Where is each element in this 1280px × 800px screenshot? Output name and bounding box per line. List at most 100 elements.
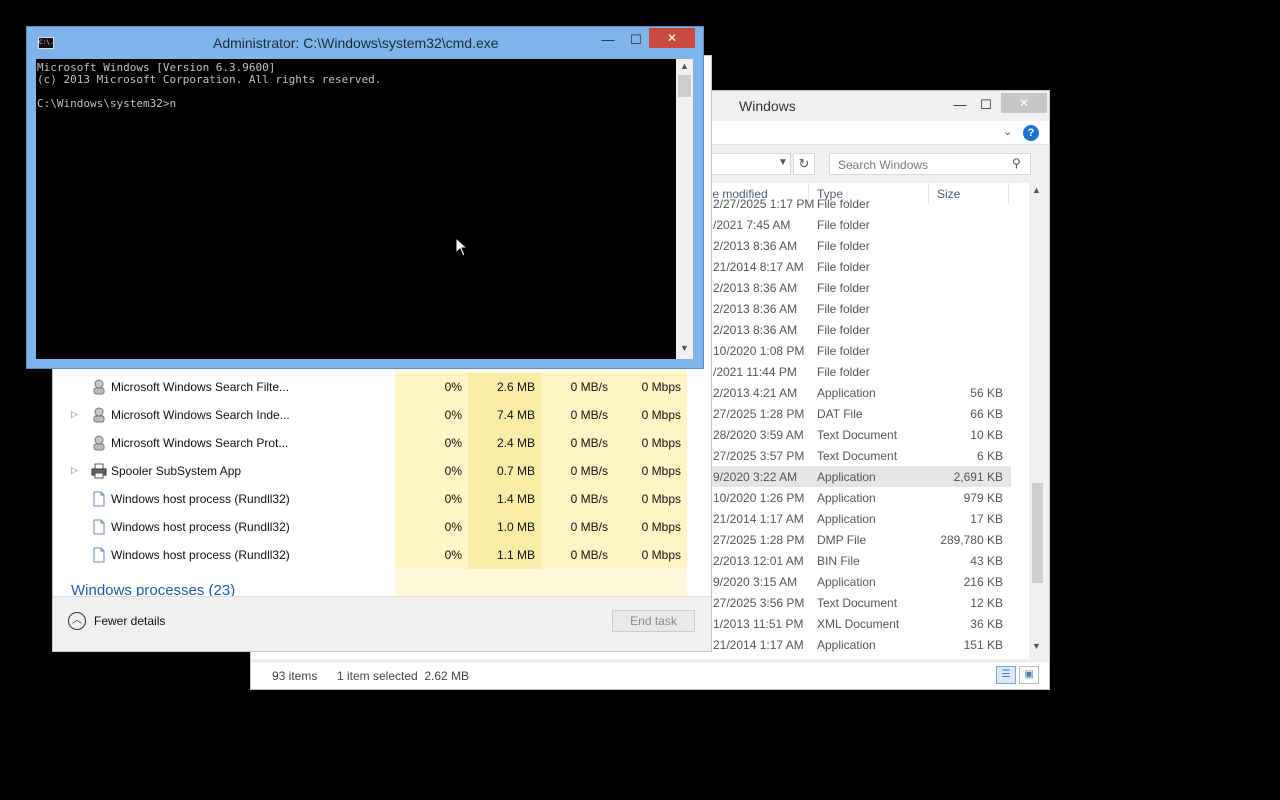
document-icon — [91, 547, 107, 563]
cpu-value: 0% — [395, 429, 468, 457]
file-date-modified: 10/2020 1:26 PM — [713, 491, 805, 505]
command-prompt-window: C:\. Administrator: C:\Windows\system32\… — [26, 26, 704, 369]
process-row[interactable]: ▷ Spooler SubSystem App 0% 0.7 MB 0 MB/s 0 Mb… — [53, 457, 693, 485]
expand-ribbon-chevron-icon[interactable]: ⌄ — [1003, 125, 1012, 138]
file-date-modified: 2/2013 4:21 AM — [713, 386, 798, 400]
disk-value: 0 MB/s — [541, 513, 614, 541]
expand-arrow-icon[interactable]: ▷ — [71, 465, 78, 476]
scroll-thumb[interactable] — [678, 75, 691, 97]
file-date-modified: 10/2020 1:08 PM — [713, 344, 805, 358]
file-date-modified: 9/2020 3:15 AM — [713, 575, 798, 589]
network-value: 0 Mbps — [614, 485, 687, 513]
file-size: 43 KB — [970, 554, 1003, 568]
refresh-icon: ↻ — [798, 156, 810, 171]
file-type: Application — [817, 638, 876, 652]
explorer-minimize-button[interactable]: — — [947, 95, 973, 115]
file-size: 12 KB — [970, 596, 1003, 610]
file-date-modified: 27/2025 3:56 PM — [713, 596, 805, 610]
cmd-close-button[interactable]: ✕ — [649, 28, 695, 48]
process-name: Windows host process (Rundll32) — [111, 520, 290, 534]
help-icon[interactable]: ? — [1023, 125, 1039, 141]
memory-value: 1.1 MB — [468, 541, 541, 569]
search-input[interactable]: Search Windows ⚲ — [829, 153, 1031, 175]
file-size: 289,780 KB — [940, 533, 1003, 547]
cmd-scrollbar[interactable]: ▲ ▼ — [676, 59, 693, 359]
memory-value: 0.7 MB — [468, 457, 541, 485]
console-prompt-line: C:\Windows\system32>n — [37, 97, 177, 110]
search-icon: ⚲ — [1012, 156, 1021, 170]
scroll-down-arrow-icon[interactable]: ▼ — [680, 343, 689, 353]
process-name: Microsoft Windows Search Inde... — [111, 408, 290, 422]
file-type: File folder — [817, 302, 870, 316]
process-name: Windows host process (Rundll32) — [111, 492, 290, 506]
explorer-scrollbar[interactable]: ▲ ▼ — [1029, 183, 1045, 659]
network-value: 0 Mbps — [614, 457, 687, 485]
file-date-modified: 1/2013 11:51 PM — [713, 617, 804, 631]
end-task-button[interactable]: End task — [612, 610, 695, 632]
file-type: XML Document — [817, 617, 900, 631]
process-row[interactable]: Microsoft Windows Search Prot... 0% 2.4 MB… — [53, 429, 693, 457]
cpu-value: 0% — [395, 401, 468, 429]
file-size: 10 KB — [970, 428, 1003, 442]
disk-value: 0 MB/s — [541, 429, 614, 457]
scroll-up-arrow-icon[interactable]: ▲ — [1032, 185, 1041, 195]
scroll-up-arrow-icon[interactable]: ▲ — [680, 61, 689, 71]
network-value: 0 Mbps — [614, 401, 687, 429]
collapse-chevron-up-icon[interactable]: ︿ — [68, 612, 86, 630]
network-value: 0 Mbps — [614, 373, 687, 401]
explorer-statusbar: 93 items 1 item selected 2.62 MB ☰ ▣ — [251, 661, 1049, 689]
file-date-modified: 2/2013 8:36 AM — [713, 302, 798, 316]
address-dropdown-icon[interactable]: ▼ — [778, 157, 788, 168]
network-value: 0 Mbps — [614, 513, 687, 541]
file-size: 17 KB — [970, 512, 1003, 526]
memory-value: 2.4 MB — [468, 429, 541, 457]
expand-arrow-icon[interactable]: ▷ — [71, 409, 78, 420]
cmd-app-icon[interactable]: C:\. — [38, 37, 54, 49]
process-row[interactable]: Windows host process (Rundll32) 0% 1.4 MB 0… — [53, 485, 693, 513]
scroll-down-arrow-icon[interactable]: ▼ — [1032, 641, 1041, 651]
file-type: Application — [817, 491, 876, 505]
printer-icon — [91, 463, 107, 479]
file-date-modified: 21/2014 8:17 AM — [713, 260, 804, 274]
process-row[interactable]: ▷ Microsoft Windows Search Inde... 0% 7.4 M… — [53, 401, 693, 429]
file-type: File folder — [817, 239, 870, 253]
file-date-modified: 9/2020 3:22 AM — [713, 470, 798, 484]
process-name: Microsoft Windows Search Prot... — [111, 436, 289, 450]
file-size: 66 KB — [970, 407, 1003, 421]
search-service-icon — [91, 407, 107, 423]
details-view-button[interactable]: ☰ — [996, 666, 1016, 684]
file-type: File folder — [817, 365, 870, 379]
memory-value: 1.4 MB — [468, 485, 541, 513]
disk-value: 0 MB/s — [541, 541, 614, 569]
process-name: Spooler SubSystem App — [111, 464, 242, 478]
explorer-maximize-button[interactable]: ☐ — [973, 95, 999, 115]
explorer-close-button[interactable]: ✕ — [1001, 93, 1047, 113]
file-type: Text Document — [817, 449, 898, 463]
disk-value: 0 MB/s — [541, 485, 614, 513]
mouse-cursor-icon — [455, 237, 467, 257]
network-value: 0 Mbps — [614, 429, 687, 457]
cmd-titlebar[interactable]: C:\. Administrator: C:\Windows\system32\… — [27, 27, 703, 58]
process-name: Microsoft Windows Search Filte... — [111, 380, 290, 394]
file-date-modified: 27/2025 3:57 PM — [713, 449, 805, 463]
large-icons-view-button[interactable]: ▣ — [1019, 666, 1039, 684]
fewer-details-link[interactable]: Fewer details — [94, 614, 165, 628]
console-output[interactable]: Microsoft Windows [Version 6.3.9600] (c)… — [36, 59, 676, 359]
memory-value: 1.0 MB — [468, 513, 541, 541]
cmd-maximize-button[interactable]: ☐ — [623, 30, 649, 50]
file-type: File folder — [817, 218, 870, 232]
process-row[interactable]: Windows host process (Rundll32) 0% 1.0 MB 0… — [53, 513, 693, 541]
process-name: Windows host process (Rundll32) — [111, 548, 290, 562]
file-date-modified: 28/2020 3:59 AM — [713, 428, 804, 442]
refresh-button[interactable]: ↻ — [793, 153, 815, 175]
file-type: Application — [817, 386, 876, 400]
scroll-thumb[interactable] — [1032, 483, 1043, 583]
document-icon — [91, 519, 107, 535]
file-type: Application — [817, 470, 876, 484]
file-size: 2,691 KB — [953, 470, 1003, 484]
disk-value: 0 MB/s — [541, 401, 614, 429]
process-row[interactable]: Microsoft Windows Search Filte... 0% 2.6 M… — [53, 373, 693, 401]
process-row[interactable]: Windows host process (Rundll32) 0% 1.1 MB 0… — [53, 541, 693, 569]
cmd-minimize-button[interactable]: — — [595, 30, 621, 50]
memory-value: 7.4 MB — [468, 401, 541, 429]
